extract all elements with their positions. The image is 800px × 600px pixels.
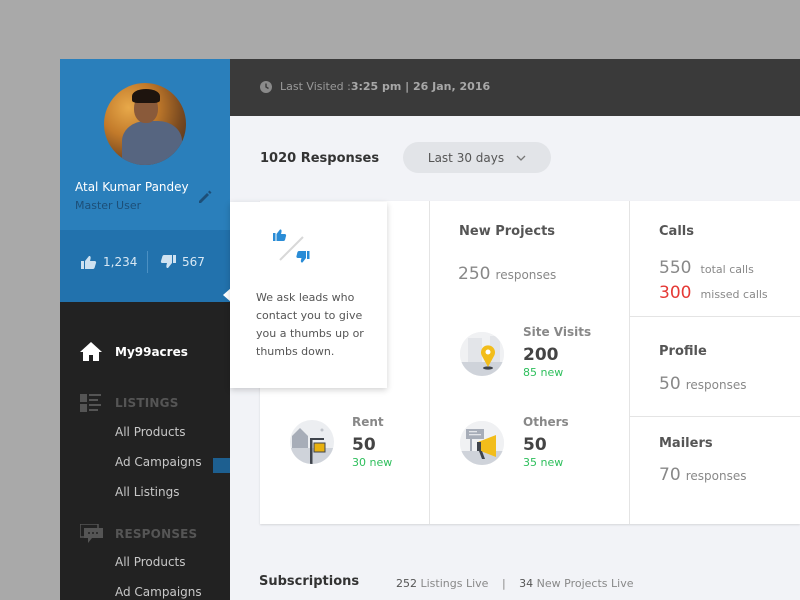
sidebar-item-all-products[interactable]: All Products	[115, 425, 186, 439]
chat-icon	[80, 524, 103, 543]
sidebar-item-ad-campaigns[interactable]: Ad Campaigns	[115, 455, 202, 469]
new-projects-title: New Projects	[459, 224, 556, 239]
others-icon	[460, 421, 504, 465]
top-bar: Last Visited : 3:25 pm | 26 Jan, 2016	[230, 59, 800, 116]
thumbs-tooltip: We ask leads who contact you to give you…	[230, 202, 387, 388]
total-calls[interactable]: 550 total calls	[659, 258, 754, 278]
subscriptions-info: 252 Listings Live | 34 New Projects Live	[396, 577, 634, 590]
user-name: Atal Kumar Pandey	[75, 180, 189, 194]
tooltip-text: We ask leads who contact you to give you…	[256, 291, 364, 358]
clock-icon	[260, 80, 272, 93]
vote-divider	[147, 251, 148, 273]
sidebar-item-responses-ad-campaigns[interactable]: Ad Campaigns	[115, 585, 202, 599]
profile-responses[interactable]: 50 responses	[659, 374, 747, 394]
sidebar-section-responses[interactable]: RESPONSES	[80, 524, 197, 543]
sidebar-item-my99acres[interactable]: My99acres	[80, 342, 188, 361]
info-tab[interactable]	[213, 458, 230, 473]
calls-title: Calls	[659, 224, 694, 239]
thumbs-up-count[interactable]: 1,234	[81, 255, 137, 269]
user-role: Master User	[75, 199, 142, 212]
votes-panel: 1,234 567	[60, 230, 230, 473]
thumbs-up-down-icon	[273, 229, 310, 263]
date-range-dropdown[interactable]: Last 30 days	[403, 142, 551, 173]
thumbs-down-count[interactable]: 567	[160, 255, 205, 269]
rent-icon	[290, 420, 334, 464]
thumbs-down-icon	[160, 255, 176, 268]
profile-panel: Atal Kumar Pandey Master User	[60, 59, 230, 230]
new-projects-count: 250 responses	[458, 264, 557, 284]
listings-icon	[80, 394, 101, 412]
sidebar: Atal Kumar Pandey Master User 1,234 567 …	[60, 59, 230, 600]
mailers-title: Mailers	[659, 436, 713, 451]
total-responses: 1020 Responses	[260, 151, 380, 166]
dashboard-app: Atal Kumar Pandey Master User 1,234 567 …	[60, 59, 800, 600]
pencil-icon[interactable]	[197, 189, 213, 205]
sidebar-item-responses-all-products[interactable]: All Products	[115, 555, 186, 569]
site-visits-icon	[460, 332, 504, 376]
sidebar-item-all-listings[interactable]: All Listings	[115, 485, 179, 499]
last-visited: Last Visited : 3:25 pm | 26 Jan, 2016	[260, 80, 490, 93]
sidebar-section-listings[interactable]: LISTINGS	[80, 394, 179, 412]
subscriptions-title: Subscriptions	[259, 574, 360, 589]
missed-calls[interactable]: 300 missed calls	[659, 283, 768, 303]
profile-title: Profile	[659, 344, 707, 359]
rent-stat[interactable]: Rent 50 30 new	[352, 415, 392, 469]
thumbs-up-icon	[81, 256, 97, 269]
home-icon	[80, 342, 102, 361]
avatar[interactable]	[104, 83, 186, 165]
others-stat[interactable]: Others 50 35 new	[523, 415, 569, 469]
mailers-responses[interactable]: 70 responses	[659, 465, 747, 485]
site-visits-stat[interactable]: Site Visits 200 85 new	[523, 325, 591, 379]
chevron-down-icon	[516, 155, 526, 161]
